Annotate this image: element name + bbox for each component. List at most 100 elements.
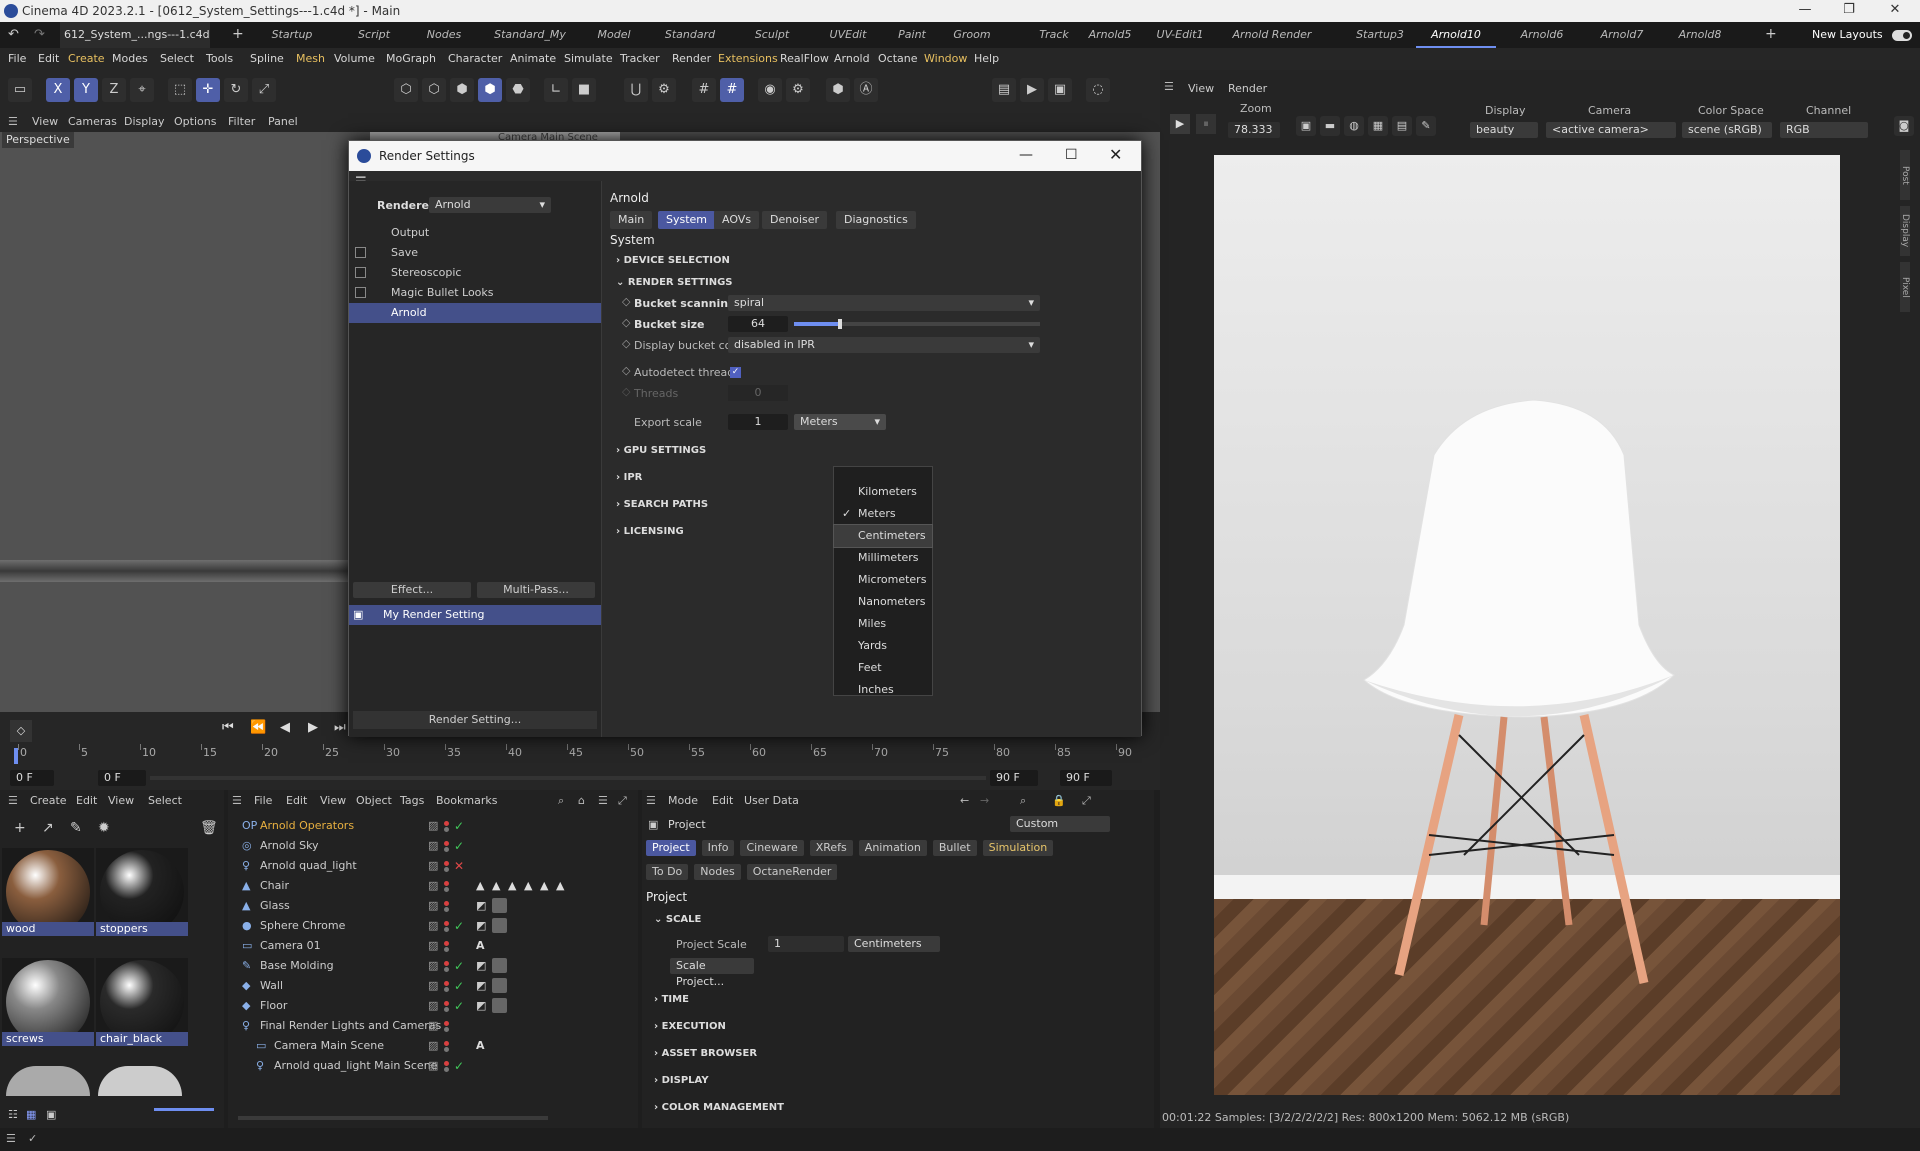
- render-settings-group[interactable]: ⌄ RENDER SETTINGS: [616, 277, 733, 288]
- unit-option-feet[interactable]: Feet: [834, 657, 932, 679]
- unit-option-kilometers[interactable]: Kilometers: [834, 481, 932, 503]
- viewport-menu-options[interactable]: Options: [174, 115, 216, 128]
- menu-file[interactable]: File: [8, 48, 26, 70]
- prev-key-icon[interactable]: ⏪: [250, 720, 266, 735]
- uv-mode-icon[interactable]: ⬣: [506, 78, 530, 102]
- add-layout-button[interactable]: +: [1765, 26, 1777, 42]
- attr-tab-bullet[interactable]: Bullet: [932, 840, 977, 856]
- layout-tab-sculpt[interactable]: Sculpt: [732, 22, 812, 48]
- edit-layer-icon[interactable]: ▨: [428, 956, 438, 976]
- object-menu-icon[interactable]: ☰: [232, 794, 242, 807]
- preview-start-field[interactable]: 0 F: [98, 770, 146, 786]
- effect-button[interactable]: Effect...: [353, 582, 471, 598]
- document-tab[interactable]: 612_System_...ngs---1.c4d *✕: [60, 22, 210, 67]
- object-row-wall[interactable]: ◆ Wall ▨ ✓ ◩: [228, 976, 638, 996]
- attr-tab-to-do[interactable]: To Do: [646, 864, 689, 880]
- maximize-button[interactable]: ❐: [1834, 2, 1864, 20]
- visibility-dot[interactable]: [444, 841, 449, 846]
- object-row-chair[interactable]: ▲ Chair ▨ ▲ ▲ ▲ ▲ ▲ ▲: [228, 876, 638, 896]
- unit-option-yards[interactable]: Yards: [834, 635, 932, 657]
- points-mode-icon[interactable]: ⬡: [394, 78, 418, 102]
- polygons-mode-icon[interactable]: ⬢: [450, 78, 474, 102]
- tag-icon[interactable]: ◩: [476, 956, 486, 976]
- render-region-icon[interactable]: ▤: [992, 78, 1016, 102]
- hamburger-icon[interactable]: ☰: [8, 115, 18, 128]
- undo-icon[interactable]: ↶: [8, 27, 19, 42]
- menu-spline[interactable]: Spline: [250, 48, 284, 70]
- object-row-arnold-operators[interactable]: OP Arnold Operators ▨ ✓: [228, 816, 638, 836]
- magnet-icon[interactable]: ⋃: [624, 78, 648, 102]
- unit-option-millimeters[interactable]: Millimeters: [834, 547, 932, 569]
- tag-icon[interactable]: ◩: [476, 996, 486, 1016]
- settings-item-arnold[interactable]: Arnold: [349, 303, 601, 323]
- layout-tab-arnold8[interactable]: Arnold8: [1660, 22, 1740, 48]
- visibility-dot[interactable]: [444, 941, 449, 946]
- camera-dropdown[interactable]: <active camera>: [1546, 122, 1676, 138]
- attr-group-asset-browser[interactable]: › ASSET BROWSER: [654, 1048, 757, 1059]
- material-settings-icon[interactable]: ✹: [98, 820, 110, 836]
- render-view-menu-render[interactable]: Render: [1228, 82, 1267, 95]
- visibility-dot[interactable]: [444, 901, 449, 906]
- dialog-maximize-button[interactable]: ☐: [1065, 147, 1078, 163]
- attr-menu-mode[interactable]: Mode: [668, 794, 698, 807]
- material-tag-icon[interactable]: [492, 978, 507, 993]
- attr-group-display[interactable]: › DISPLAY: [654, 1075, 709, 1086]
- attr-search-icon[interactable]: ⌕: [1020, 794, 1026, 808]
- edit-layer-icon[interactable]: ▨: [428, 856, 438, 876]
- side-tab-post[interactable]: Post: [1900, 150, 1910, 200]
- menu-realflow[interactable]: RealFlow: [780, 48, 829, 70]
- render-view-hamburger-icon[interactable]: ☰: [1164, 80, 1174, 93]
- render-setting-row[interactable]: ▣ My Render Setting: [349, 605, 601, 625]
- settings-item-stereoscopic[interactable]: Stereoscopic: [349, 263, 601, 283]
- end-frame-field[interactable]: 90 F: [1060, 770, 1112, 786]
- z-axis-lock-button[interactable]: Z: [102, 78, 126, 102]
- layout-tab-uv-edit1[interactable]: UV-Edit1: [1140, 22, 1220, 48]
- grid-view-icon[interactable]: ▦: [26, 1108, 36, 1121]
- list-view-icon[interactable]: ☷: [8, 1108, 18, 1121]
- undo-stack-icon[interactable]: ▭: [8, 78, 32, 102]
- add-document-button[interactable]: +: [232, 26, 244, 42]
- play-render-button[interactable]: ▶: [1170, 114, 1190, 134]
- side-tab-display[interactable]: Display: [1900, 206, 1910, 256]
- render-dot[interactable]: [444, 967, 449, 972]
- settings-item-checkbox[interactable]: [355, 247, 366, 258]
- object-row-arnold-quad-light[interactable]: ♀ Arnold quad_light ▨ ✕: [228, 856, 638, 876]
- large-view-icon[interactable]: ▣: [46, 1108, 56, 1121]
- enabled-check-icon[interactable]: ✓: [454, 916, 464, 936]
- tag-icon[interactable]: ◩: [476, 976, 486, 996]
- edit-layer-icon[interactable]: ▨: [428, 976, 438, 996]
- preview-end-field[interactable]: 90 F: [990, 770, 1038, 786]
- keyframe-icon[interactable]: ◇: [10, 720, 32, 742]
- add-material-icon[interactable]: +: [14, 820, 26, 836]
- menu-select[interactable]: Select: [160, 48, 194, 70]
- viewport-menu-view[interactable]: View: [32, 115, 58, 128]
- menu-character[interactable]: Character: [448, 48, 502, 70]
- menu-simulate[interactable]: Simulate: [564, 48, 613, 70]
- object-menu-bookmarks[interactable]: Bookmarks: [436, 794, 497, 807]
- layout-tab-arnold6[interactable]: Arnold6: [1502, 22, 1582, 48]
- move-tool-icon[interactable]: ✛: [196, 78, 220, 102]
- visibility-dot[interactable]: [444, 1001, 449, 1006]
- material-tag-icon[interactable]: [492, 998, 507, 1013]
- render-dot[interactable]: [444, 947, 449, 952]
- colorspace-dropdown[interactable]: scene (sRGB): [1682, 122, 1772, 138]
- render-dot[interactable]: [444, 867, 449, 872]
- render-view-menu-view[interactable]: View: [1188, 82, 1214, 95]
- tag-triangle-icon[interactable]: ▲: [540, 876, 548, 896]
- tab-aovs[interactable]: AOVs: [714, 211, 760, 229]
- layers-icon[interactable]: ▤: [1392, 116, 1412, 136]
- settings-item-output[interactable]: Output: [349, 223, 601, 243]
- material-menu-select[interactable]: Select: [148, 794, 182, 807]
- menu-mesh[interactable]: Mesh: [296, 48, 325, 70]
- gpu-settings-group[interactable]: › GPU SETTINGS: [616, 445, 706, 456]
- layout-tab-script[interactable]: Script: [334, 22, 414, 48]
- autodetect-checkbox[interactable]: ✓: [730, 367, 741, 378]
- tag-triangle-icon[interactable]: ▲: [508, 876, 516, 896]
- edit-layer-icon[interactable]: ▨: [428, 816, 438, 836]
- visibility-dot[interactable]: [444, 1021, 449, 1026]
- material-menu-view[interactable]: View: [108, 794, 134, 807]
- preview-range-bar[interactable]: [150, 776, 986, 780]
- snapshot-icon[interactable]: ▣: [1296, 116, 1316, 136]
- arnold-a-icon[interactable]: Ⓐ: [854, 78, 878, 102]
- back-arrow-icon[interactable]: ←: [960, 794, 969, 807]
